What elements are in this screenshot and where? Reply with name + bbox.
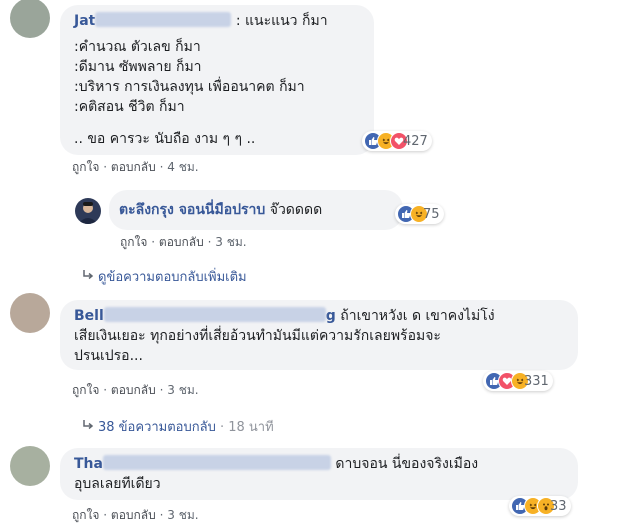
comment-text-line: :ดีมาน ซัพพลาย ก็มา bbox=[74, 59, 202, 75]
comment-text-line: .. ขอ คารวะ นับถือ งาม ๆ ๆ .. bbox=[74, 131, 256, 147]
comment-text-line: ปรนเปรอ... bbox=[74, 348, 143, 364]
like-link[interactable]: ถูกใจ bbox=[120, 235, 147, 249]
comment-actions: ถูกใจ · ตอบกลับ · 3 ชม. bbox=[120, 235, 247, 249]
comment-bubble: Bell g ถ้าเขาหวังเ ด เขาคงไม่โง่ เสียเงิน… bbox=[60, 300, 578, 370]
comment-text-line: :บริหาร การเงินลงทุน เพื่ออนาคต ก็มา bbox=[74, 79, 305, 95]
replies-count-link[interactable]: 38 ข้อความตอบกลับ · 18 นาที bbox=[82, 416, 274, 437]
like-link[interactable]: ถูกใจ bbox=[72, 508, 99, 522]
reply-link[interactable]: ตอบกลับ bbox=[111, 508, 156, 522]
blurred-name bbox=[103, 307, 326, 322]
timestamp[interactable]: 3 ชม. bbox=[167, 383, 198, 397]
reaction-summary[interactable]: 75 bbox=[395, 204, 444, 224]
timestamp[interactable]: 3 ชม. bbox=[215, 235, 246, 249]
reply-bubble: ตะลึงกรุง จอนนี่มือปราบ จ๊วดดดด bbox=[109, 190, 403, 230]
comment-text-line: ดาบจอน นี่ของจริงเมือง bbox=[335, 456, 479, 472]
commenter-name[interactable]: Bell bbox=[74, 308, 104, 324]
comment-text-line: :คำนวณ ตัวเลข ก็มา bbox=[74, 39, 201, 55]
timestamp[interactable]: 4 ชม. bbox=[167, 160, 198, 174]
reaction-summary[interactable]: 427 bbox=[362, 131, 432, 151]
commenter-name[interactable]: Jat bbox=[74, 13, 95, 29]
reply-link[interactable]: ตอบกลับ bbox=[111, 160, 156, 174]
view-more-replies-link[interactable]: ดูข้อความตอบกลับเพิ่มเติม bbox=[82, 266, 247, 287]
comment-text-line: : แนะแนว ก็มา bbox=[235, 13, 328, 29]
comment-text: จ๊วดดดด bbox=[269, 202, 323, 218]
comment-actions: ถูกใจ · ตอบกลับ · 3 ชม. bbox=[72, 383, 199, 397]
blurred-name bbox=[102, 455, 331, 470]
comment-text-line: อุบลเลยทีเดียว bbox=[74, 476, 161, 492]
like-link[interactable]: ถูกใจ bbox=[72, 383, 99, 397]
reaction-count: 33 bbox=[550, 498, 567, 514]
commenter-name[interactable]: Tha bbox=[74, 456, 103, 472]
avatar[interactable] bbox=[75, 198, 101, 224]
comment-text: :คำนวณ ตัวเลข ก็มา :ดีมาน ซัพพลาย ก็มา :… bbox=[74, 37, 305, 149]
blurred-name bbox=[95, 12, 232, 27]
comment-text: เสียเงินเยอะ ทุกอย่างที่เสี่ยอ้วนทำมันมี… bbox=[74, 326, 441, 366]
reply-arrow-icon bbox=[82, 269, 98, 285]
like-link[interactable]: ถูกใจ bbox=[72, 160, 99, 174]
reaction-summary[interactable]: 331 bbox=[483, 371, 553, 391]
reply-arrow-icon bbox=[82, 419, 98, 435]
avatar[interactable] bbox=[10, 446, 50, 486]
avatar[interactable] bbox=[10, 293, 50, 333]
comment-text-line: เสียเงินเยอะ ทุกอย่างที่เสี่ยอ้วนทำมันมี… bbox=[74, 328, 441, 344]
reaction-count: 427 bbox=[403, 133, 428, 149]
commenter-name[interactable]: ตะลึงกรุง จอนนี่มือปราบ bbox=[119, 202, 265, 218]
reaction-summary[interactable]: 33 bbox=[509, 496, 571, 516]
comment-bubble: Tha ดาบจอน นี่ของจริงเมือง อุบลเลยทีเดีย… bbox=[60, 448, 578, 500]
comment-text: อุบลเลยทีเดียว bbox=[74, 474, 161, 494]
reaction-count: 75 bbox=[423, 206, 440, 222]
timestamp[interactable]: 3 ชม. bbox=[167, 508, 198, 522]
comment-text-line: ถ้าเขาหวังเ ด เขาคงไม่โง่ bbox=[340, 308, 495, 324]
comment-bubble: Jat : แนะแนว ก็มา :คำนวณ ตัวเลข ก็มา :ดี… bbox=[60, 5, 374, 155]
avatar[interactable] bbox=[10, 0, 50, 38]
comment-text-line: :คติสอน ชีวิต ก็มา bbox=[74, 99, 185, 115]
reply-link[interactable]: ตอบกลับ bbox=[159, 235, 204, 249]
timestamp: 18 นาที bbox=[228, 420, 274, 435]
reaction-count: 331 bbox=[524, 373, 549, 389]
reply-link[interactable]: ตอบกลับ bbox=[111, 383, 156, 397]
comment-actions: ถูกใจ · ตอบกลับ · 4 ชม. bbox=[72, 160, 199, 174]
